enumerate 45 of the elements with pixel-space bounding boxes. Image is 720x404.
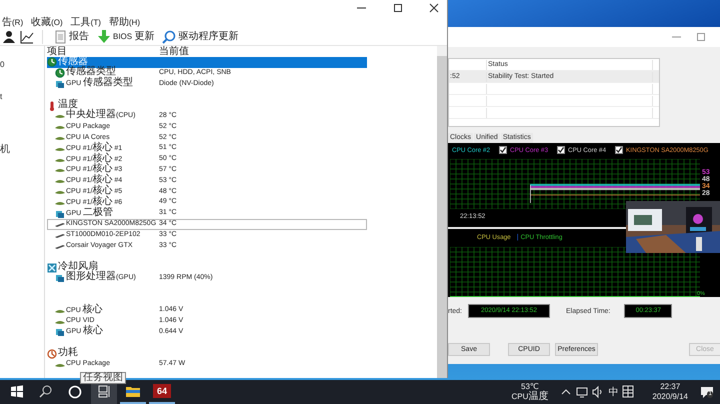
- sensor-icon: [55, 68, 65, 78]
- column-header[interactable]: 当前值: [159, 46, 189, 57]
- toolbar-button[interactable]: BIOS 更新: [95, 30, 156, 44]
- card-icon: [55, 273, 65, 284]
- person-icon[interactable]: [2, 30, 16, 44]
- tree-item[interactable]: 0: [0, 59, 4, 70]
- menu-item[interactable]: 收藏(O): [31, 16, 63, 28]
- menu-item[interactable]: 告(R): [2, 16, 24, 28]
- monitor-icon[interactable]: [576, 385, 588, 399]
- grid-icon[interactable]: [622, 385, 634, 399]
- checkbox[interactable]: [615, 146, 624, 154]
- windows-icon: [9, 384, 25, 400]
- tree-item[interactable]: 机: [0, 144, 10, 155]
- temperature-label: CPU温度: [512, 392, 548, 402]
- card-icon: [55, 208, 65, 219]
- menu-item[interactable]: 工具(T): [70, 16, 101, 28]
- toolbar-button[interactable]: 驱动程序更新: [160, 30, 240, 44]
- tree-item[interactable]: t: [0, 91, 2, 102]
- input-method-button[interactable]: 中: [608, 385, 618, 399]
- scrollbar[interactable]: [437, 46, 447, 378]
- menu-item[interactable]: 帮助(H): [108, 16, 140, 28]
- document-icon: [53, 30, 67, 44]
- speaker-icon[interactable]: [592, 385, 604, 399]
- column-header[interactable]: 项目: [47, 46, 159, 57]
- group-row[interactable]: 功耗: [47, 348, 367, 360]
- tooltip: 任务视图: [80, 372, 126, 384]
- search-icon: [38, 384, 54, 400]
- card-icon: [55, 78, 65, 89]
- temperature-value: 53℃: [521, 382, 539, 391]
- task-view-icon: [96, 384, 112, 400]
- down-arrow-icon: [97, 30, 111, 44]
- close-icon[interactable]: [429, 3, 439, 13]
- chart-icon[interactable]: [20, 30, 34, 44]
- search-icon: [162, 30, 176, 44]
- clock[interactable]: 22:37 2020/9/14: [648, 382, 692, 402]
- fan-icon: [47, 262, 57, 273]
- checkbox[interactable]: [557, 146, 566, 154]
- maximize-icon[interactable]: [393, 3, 403, 13]
- card-icon: [55, 327, 65, 338]
- checkbox[interactable]: [499, 146, 508, 154]
- toolbar-button[interactable]: 报告: [51, 30, 91, 44]
- power-icon: [47, 348, 57, 359]
- circle-icon: [67, 384, 83, 400]
- sensor-icon: [47, 57, 57, 68]
- thermometer-icon: [47, 100, 57, 111]
